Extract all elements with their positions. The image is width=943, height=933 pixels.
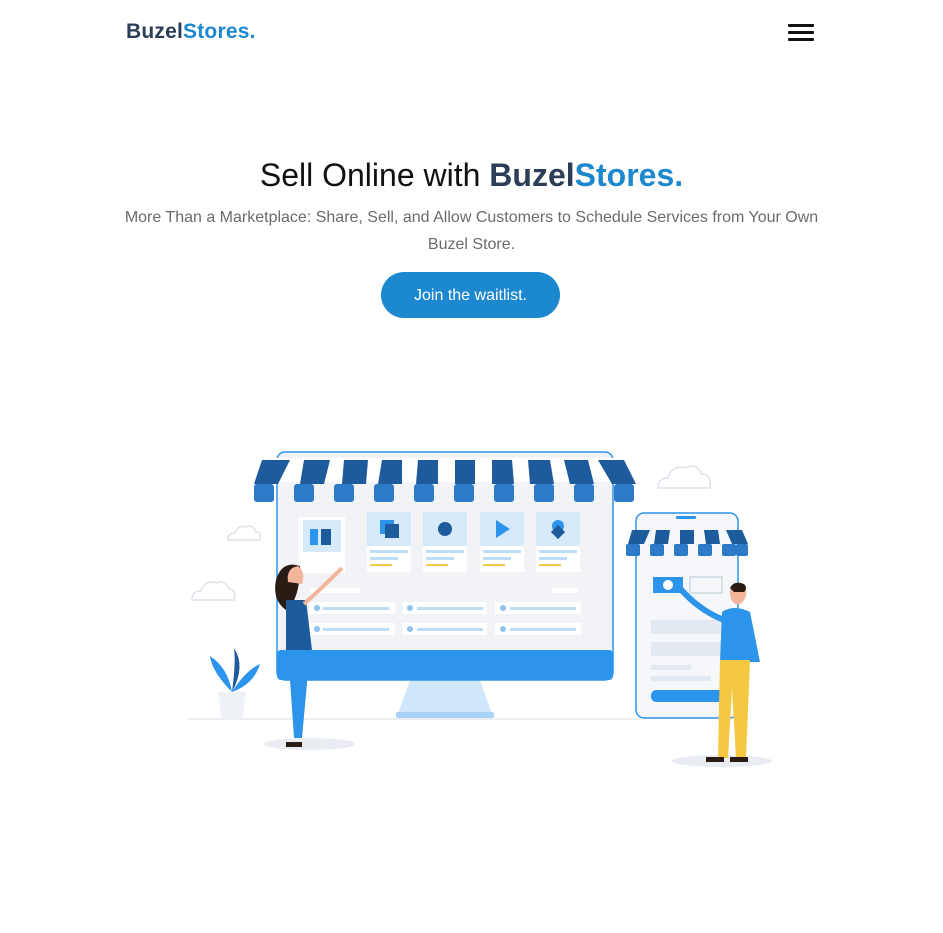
plant-icon (210, 648, 260, 720)
online-storefront-illustration (188, 451, 772, 767)
